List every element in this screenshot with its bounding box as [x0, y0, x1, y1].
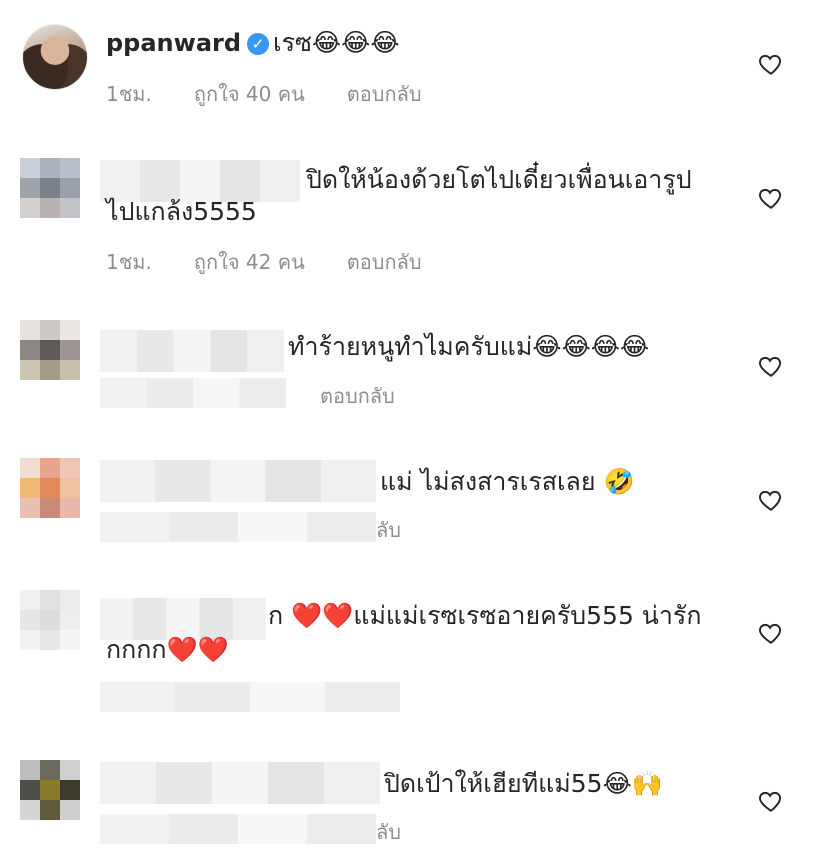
comment-meta-redacted [100, 512, 376, 542]
reply-button[interactable]: ลับ [376, 816, 401, 848]
reply-button[interactable]: ลับ [376, 514, 401, 546]
avatar[interactable] [20, 590, 80, 650]
comment-meta: 1ชม. ถูกใจ 42 คน ตอบกลับ [106, 246, 464, 278]
heart-outline-icon[interactable] [758, 353, 784, 379]
comment-likes[interactable]: ถูกใจ 40 คน [194, 82, 305, 106]
avatar[interactable] [20, 458, 80, 518]
comment-time: 1ชม. [106, 82, 152, 106]
comment-meta-redacted [100, 814, 376, 844]
heart-outline-icon[interactable] [758, 487, 784, 513]
comment-likes[interactable]: ถูกใจ 42 คน [194, 250, 305, 274]
comment-line: ppanward ✓ เรซ😂😂😂 [106, 27, 400, 59]
comment-time: 1ชม. [106, 250, 152, 274]
username[interactable] [100, 460, 376, 502]
comment-text: ปิดเป้าให้เฮียทีแม่55😂🙌 [384, 769, 663, 798]
comment-meta-redacted [100, 682, 400, 712]
heart-outline-icon[interactable] [758, 51, 784, 77]
username[interactable] [100, 762, 380, 804]
heart-outline-icon[interactable] [758, 185, 784, 211]
heart-outline-icon[interactable] [758, 620, 784, 646]
reply-button[interactable]: ตอบกลับ [347, 82, 422, 106]
avatar[interactable] [22, 24, 88, 90]
comment-text: ทำร้ายหนูทำไมครับแม่😂😂😂😂 [288, 332, 650, 361]
comment-text: แม่ ไม่สงสารเรสเลย 🤣 [380, 467, 635, 496]
comment-text: เรซ😂😂😂 [273, 28, 400, 57]
avatar[interactable] [20, 760, 80, 820]
comment-meta: 1ชม. ถูกใจ 40 คน ตอบกลับ [106, 78, 464, 110]
comment-text: ไปแกล้ง5555 [106, 197, 257, 226]
heart-outline-icon[interactable] [758, 788, 784, 814]
comment-text: ก ❤️❤️แม่แม่เรซเรซอายครับ555 น่ารัก [268, 601, 702, 630]
reply-button[interactable]: ตอบกลับ [347, 250, 422, 274]
comment-text: กกกก❤️❤️ [106, 635, 229, 664]
username[interactable]: ppanward [106, 29, 241, 57]
avatar[interactable] [20, 320, 80, 380]
username[interactable] [100, 330, 284, 372]
reply-button[interactable]: ตอบกลับ [320, 380, 395, 412]
comment-meta-redacted [100, 378, 286, 408]
avatar[interactable] [20, 158, 80, 218]
comment-text: ปิดให้น้องด้วยโตไปเดี๋ยวเพื่อนเอารูป [306, 165, 692, 194]
verified-badge-icon: ✓ [247, 33, 270, 55]
